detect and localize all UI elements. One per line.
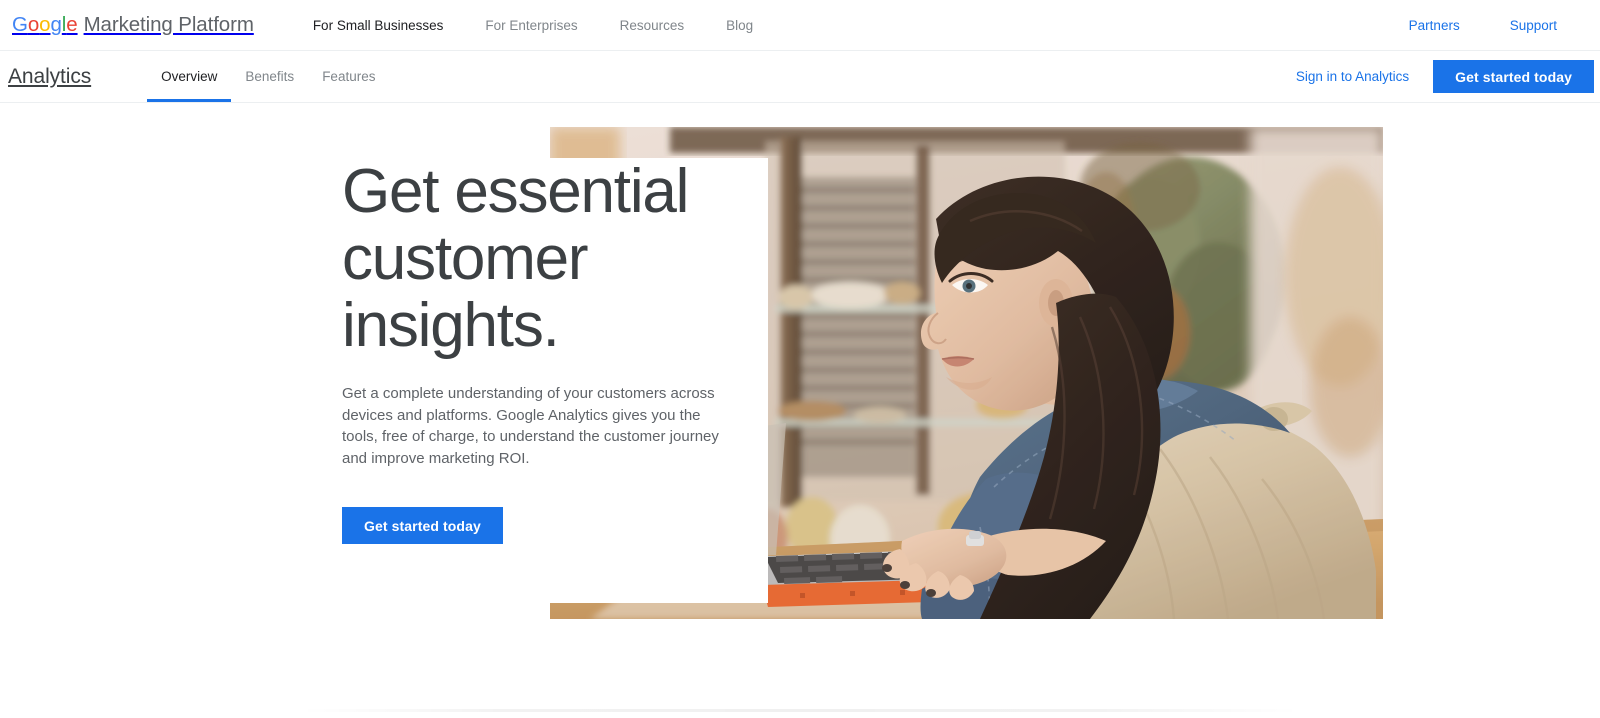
product-tabs: Overview Benefits Features bbox=[147, 51, 389, 102]
logo-suffix-marketing-platform: Marketing Platform bbox=[83, 13, 254, 36]
global-nav: For Small Businesses For Enterprises Res… bbox=[292, 18, 774, 33]
hero-content: Get essential customer insights. Get a c… bbox=[342, 158, 762, 544]
google-marketing-platform-logo[interactable]: Google Marketing Platform bbox=[12, 13, 254, 37]
logo-letter-o-red: o bbox=[27, 13, 40, 36]
nav-item-partners[interactable]: Partners bbox=[1384, 18, 1485, 33]
product-header: Analytics Overview Benefits Features Sig… bbox=[0, 51, 1600, 103]
get-started-today-button-nav[interactable]: Get started today bbox=[1433, 60, 1594, 93]
section-divider bbox=[300, 709, 1300, 712]
google-wordmark: Google bbox=[12, 13, 78, 37]
logo-letter-o-yellow: o bbox=[39, 13, 51, 36]
logo-letter-g-blue-2: g bbox=[50, 13, 62, 36]
nav-item-for-enterprises[interactable]: For Enterprises bbox=[464, 18, 598, 33]
logo-letter-g-blue: G bbox=[12, 13, 28, 36]
nav-item-blog[interactable]: Blog bbox=[705, 18, 774, 33]
global-nav-right: Partners Support bbox=[1384, 18, 1582, 33]
tab-overview[interactable]: Overview bbox=[147, 51, 232, 102]
sign-in-to-analytics-link[interactable]: Sign in to Analytics bbox=[1272, 51, 1433, 102]
product-header-actions: Sign in to Analytics Get started today bbox=[1272, 51, 1600, 102]
tab-benefits[interactable]: Benefits bbox=[231, 51, 308, 102]
logo-letter-e-red: e bbox=[66, 13, 78, 36]
hero-section: Get essential customer insights. Get a c… bbox=[0, 103, 1600, 718]
tab-features[interactable]: Features bbox=[308, 51, 389, 102]
global-header: Google Marketing Platform For Small Busi… bbox=[0, 0, 1600, 51]
hero-description: Get a complete understanding of your cus… bbox=[342, 385, 719, 467]
product-title-analytics[interactable]: Analytics bbox=[8, 51, 91, 102]
hero-headline: Get essential customer insights. bbox=[342, 157, 689, 360]
nav-item-resources[interactable]: Resources bbox=[599, 18, 706, 33]
get-started-today-button-hero[interactable]: Get started today bbox=[342, 507, 503, 544]
nav-item-support[interactable]: Support bbox=[1485, 18, 1582, 33]
nav-item-for-small-businesses[interactable]: For Small Businesses bbox=[292, 18, 465, 33]
